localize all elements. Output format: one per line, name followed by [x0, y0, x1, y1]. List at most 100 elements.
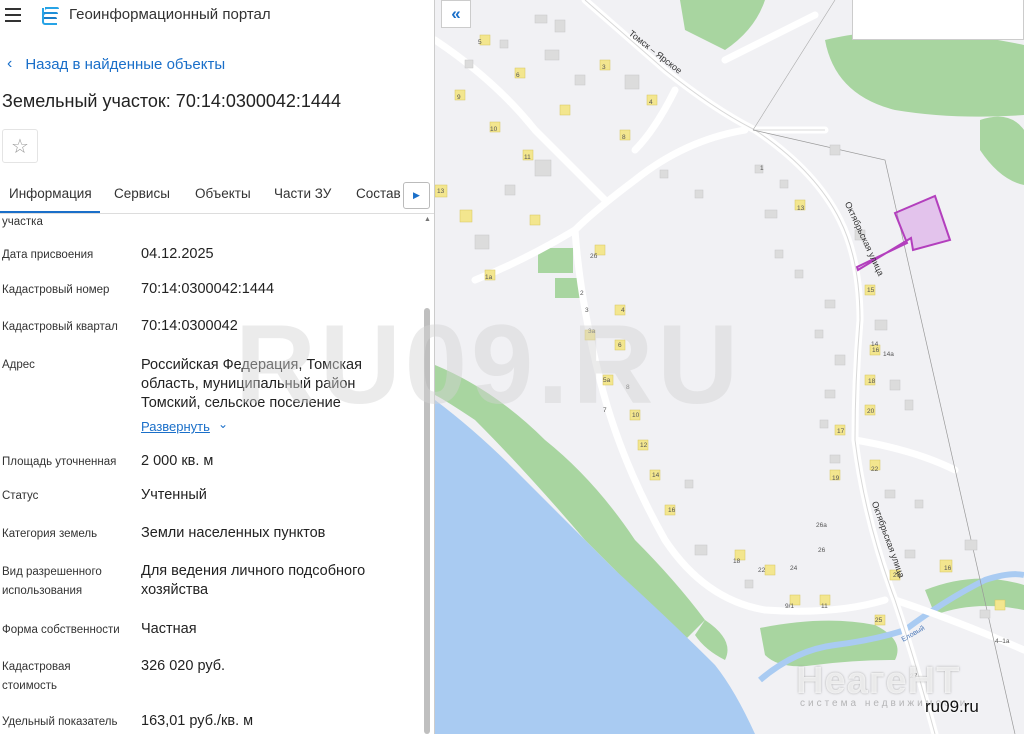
svg-text:19: 19: [832, 475, 840, 482]
svg-text:11: 11: [821, 603, 828, 610]
field-value: 326 020 руб.: [141, 658, 226, 674]
svg-text:22: 22: [871, 466, 879, 473]
svg-text:22: 22: [758, 567, 766, 574]
field-value: 70:14:0300042:1444: [141, 281, 275, 297]
tab-information[interactable]: Информация: [0, 186, 100, 213]
svg-text:15: 15: [867, 287, 875, 294]
svg-text:5: 5: [478, 39, 482, 46]
info-panel: Геоинформационный портал ‹ Назад в найде…: [0, 0, 434, 734]
svg-text:26а: 26а: [816, 522, 827, 529]
tabs-scroll-right-button[interactable]: ▶: [403, 182, 430, 209]
svg-text:2: 2: [580, 290, 584, 297]
svg-text:4–1а: 4–1а: [995, 638, 1010, 645]
svg-text:9/1: 9/1: [785, 603, 794, 610]
forest-area: [825, 31, 1024, 117]
scrollbar-thumb[interactable]: [424, 308, 430, 734]
field-label: Кадастровый номер: [2, 284, 110, 296]
double-chevron-left-icon: «: [451, 4, 461, 23]
svg-text:25: 25: [875, 617, 883, 624]
svg-text:20: 20: [867, 408, 875, 415]
svg-text:6: 6: [618, 342, 622, 349]
field-value: Частная: [141, 621, 197, 637]
svg-text:26: 26: [818, 547, 826, 554]
back-to-results-link[interactable]: ‹ Назад в найденные объекты: [7, 55, 225, 73]
park-area: [555, 278, 580, 298]
scroll-up-arrow-icon[interactable]: ▲: [424, 216, 431, 223]
svg-text:5а: 5а: [603, 377, 611, 384]
forest-area: [980, 116, 1024, 185]
field-value: 04.12.2025: [141, 246, 214, 262]
tab-services[interactable]: Сервисы: [114, 186, 170, 201]
road-label: Томск – Ярское: [627, 28, 684, 76]
svg-text:17: 17: [837, 428, 845, 435]
portal-logo-icon: [42, 7, 59, 25]
field-value: 70:14:0300042: [141, 318, 238, 334]
field-label: Адрес: [2, 359, 35, 371]
svg-text:24: 24: [790, 565, 798, 572]
field-value-address: Российская Федерация, Томская область, м…: [141, 357, 362, 411]
chevron-left-icon: ‹: [7, 55, 13, 72]
field-label-partial: участка: [2, 216, 43, 228]
field-label: Дата присвоения: [2, 249, 94, 261]
svg-text:14: 14: [871, 341, 879, 348]
triangle-right-icon: ▶: [413, 190, 420, 200]
svg-text:18: 18: [733, 558, 741, 565]
svg-text:1а: 1а: [485, 274, 493, 281]
field-label: Форма собственности: [2, 624, 120, 636]
object-title: Земельный участок: 70:14:0300042:1444: [2, 91, 341, 111]
svg-text:18: 18: [868, 378, 876, 385]
field-label: Площадь уточненная: [2, 456, 117, 468]
tab-objects[interactable]: Объекты: [195, 186, 251, 201]
svg-text:7: 7: [603, 407, 607, 414]
svg-text:13: 13: [437, 188, 445, 195]
svg-text:3: 3: [585, 307, 589, 314]
svg-text:8: 8: [622, 134, 626, 141]
expand-address-link[interactable]: Развернуть: [141, 419, 210, 434]
tab-parts[interactable]: Части ЗУ: [274, 186, 331, 201]
svg-text:20: 20: [893, 572, 901, 579]
tab-bar: Информация Сервисы Объекты Части ЗУ Сост…: [0, 178, 434, 214]
svg-text:3а: 3а: [588, 328, 596, 335]
top-bar: Геоинформационный портал: [0, 0, 434, 32]
svg-text:14а: 14а: [883, 351, 894, 358]
svg-text:1: 1: [760, 165, 764, 172]
svg-text:16: 16: [872, 347, 880, 354]
app-title: Геоинформационный портал: [69, 6, 271, 23]
field-value: 163,01 руб./кв. м: [141, 713, 254, 729]
field-value: Земли населенных пунктов: [141, 525, 326, 541]
field-value: Учтенный: [141, 487, 207, 503]
field-value: Для ведения личного подсобного хозяйства: [141, 563, 366, 598]
favorite-button[interactable]: ☆: [2, 129, 38, 163]
svg-text:14: 14: [652, 472, 660, 479]
hamburger-icon[interactable]: [5, 8, 21, 22]
road: [435, 36, 609, 204]
tab-composition[interactable]: Состав: [356, 186, 401, 201]
boundary-line: [752, 0, 836, 131]
app-root: Геоинформационный портал ‹ Назад в найде…: [0, 0, 1024, 734]
field-label: Удельный показатель: [2, 716, 118, 728]
collapse-panel-button[interactable]: «: [441, 0, 471, 28]
back-link-label: Назад в найденные объекты: [25, 55, 226, 73]
field-label: Категория земель: [2, 528, 98, 540]
road: [471, 126, 749, 284]
star-icon: ☆: [11, 135, 29, 158]
svg-text:2б: 2б: [590, 252, 598, 260]
svg-text:10: 10: [632, 412, 640, 419]
svg-text:12: 12: [640, 442, 648, 449]
map-search-box[interactable]: [852, 0, 1024, 40]
svg-text:10: 10: [490, 126, 498, 133]
watermark-site: ru09.ru: [925, 697, 979, 716]
svg-text:3: 3: [602, 64, 606, 71]
map-canvas[interactable]: Томск – Ярское Октябрьская улица Октябрь…: [435, 0, 1024, 734]
field-label: Кадастровый квартал: [2, 321, 118, 333]
map-view[interactable]: Томск – Ярское Октябрьская улица Октябрь…: [435, 0, 1024, 734]
svg-text:13: 13: [797, 205, 805, 212]
svg-text:16: 16: [668, 507, 676, 514]
field-value: 2 000 кв. м: [141, 453, 214, 469]
field-label: Кадастровая стоимость: [2, 661, 71, 692]
river-water: [435, 400, 755, 734]
svg-text:4: 4: [621, 307, 625, 314]
svg-text:6: 6: [516, 72, 520, 79]
chevron-down-icon[interactable]: ⌄: [218, 417, 228, 431]
svg-text:4: 4: [649, 99, 653, 106]
